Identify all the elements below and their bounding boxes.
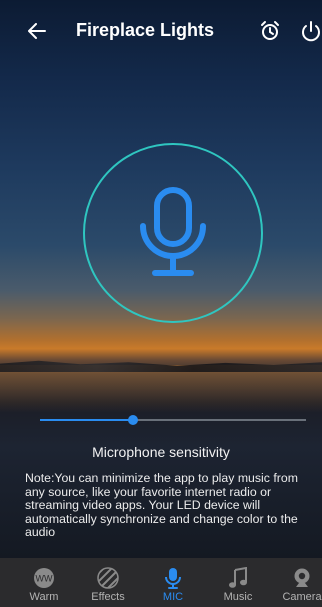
nav-item-music[interactable]: Music: [206, 558, 270, 607]
nav-label-camera: Camera: [282, 591, 322, 603]
ww-icon: WW: [33, 567, 55, 589]
shoreline: [0, 360, 322, 372]
nav-label-music: Music: [223, 591, 253, 603]
nav-item-warm[interactable]: WW Warm: [12, 558, 76, 607]
header-bar: Fireplace Lights: [0, 0, 322, 64]
power-button[interactable]: [300, 18, 322, 44]
sensitivity-slider[interactable]: [40, 411, 306, 429]
nav-label-warm: Warm: [29, 591, 59, 603]
alarm-button[interactable]: [257, 18, 283, 44]
page-title: Fireplace Lights: [76, 20, 215, 40]
microphone-icon: [140, 187, 206, 276]
bottom-navigation: WW Warm Effects MIC Music Camera: [0, 558, 322, 607]
slider-thumb[interactable]: [128, 415, 138, 425]
nav-label-mic: MIC: [162, 591, 184, 603]
back-button[interactable]: [24, 18, 50, 44]
nav-item-mic[interactable]: MIC: [141, 558, 205, 607]
nav-item-effects[interactable]: Effects: [76, 558, 140, 607]
microphone-icon: [162, 567, 184, 589]
power-icon: [302, 21, 320, 42]
note-text: Note:You can minimize the app to play mu…: [25, 471, 298, 540]
slider-fill: [40, 419, 133, 421]
nav-label-effects: Effects: [91, 591, 125, 603]
alarm-clock-icon: [261, 21, 279, 40]
back-arrow-icon: [28, 23, 46, 39]
camera-icon: [291, 567, 313, 589]
ww-badge-text: WW: [36, 574, 53, 584]
nav-item-camera[interactable]: Camera: [270, 558, 322, 607]
sensitivity-label: Microphone sensitivity: [92, 444, 230, 460]
effects-icon: [97, 567, 119, 589]
music-note-icon: [227, 567, 249, 589]
mic-button[interactable]: [83, 143, 263, 323]
